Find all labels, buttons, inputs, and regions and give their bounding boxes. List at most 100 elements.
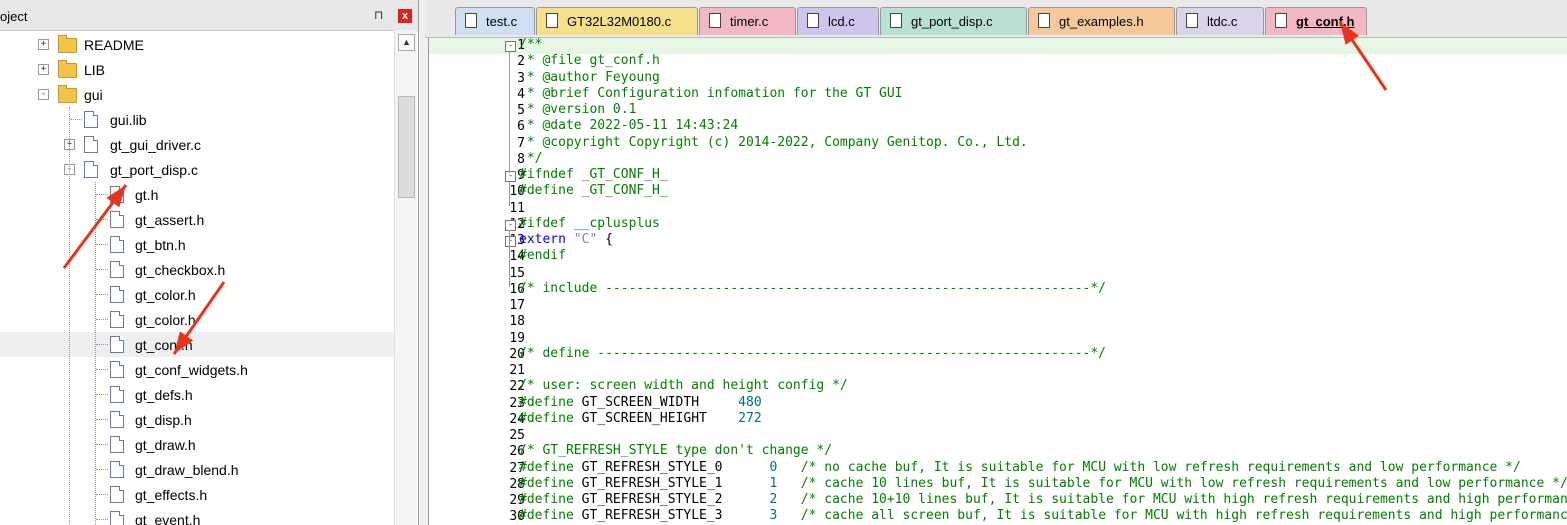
line-number: 20 — [509, 346, 525, 362]
code-line[interactable]: 21 — [429, 363, 1567, 379]
fold-icon[interactable]: - — [505, 171, 516, 182]
file-icon — [110, 236, 124, 253]
tree-item[interactable]: gt_btn.h — [0, 232, 394, 257]
file-icon — [110, 386, 124, 403]
code-text: extern "C" { — [519, 232, 613, 247]
fold-icon[interactable]: - — [505, 219, 516, 231]
code-token: "C" — [573, 232, 598, 247]
code-line[interactable]: 22/* user: screen width and height confi… — [429, 378, 1567, 395]
code-token: * @brief Configuration infomation for th… — [519, 85, 903, 101]
file-icon — [110, 336, 124, 353]
code-line[interactable]: 25 — [429, 428, 1567, 444]
line-number: 6 — [517, 119, 525, 135]
code-line[interactable]: 29 #define GT_REFRESH_STYLE_2 2 /* cache … — [429, 492, 1567, 509]
tab-label: GT32L32M0180.c — [567, 14, 672, 29]
tree-item[interactable]: - gt_port_disp.c — [0, 157, 394, 182]
code-line[interactable]: 12- #ifdef __cplusplus — [429, 216, 1567, 233]
code-line[interactable]: 6 * @date 2022-05-11 14:43:24 — [429, 118, 1567, 135]
code-line[interactable]: 30 #define GT_REFRESH_STYLE_3 3 /* cache … — [429, 508, 1567, 525]
expand-icon[interactable]: + — [38, 64, 49, 75]
code-line[interactable]: 7 * @copyright Copyright (c) 2014-2022, … — [429, 135, 1567, 152]
tree-item-label: README — [84, 37, 144, 53]
collapse-icon[interactable]: - — [38, 89, 49, 100]
code-line[interactable]: 1-/** — [429, 38, 1567, 55]
code-line[interactable]: 5 * @version 0.1 — [429, 102, 1567, 119]
tree-item[interactable]: gt_event.h — [0, 507, 394, 525]
code-text: #define GT_SCREEN_HEIGHT 272 — [519, 411, 762, 426]
tree-item[interactable]: gt_draw.h — [0, 432, 394, 457]
tab-timer-c[interactable]: timer.c — [699, 7, 796, 35]
code-token: 480 — [738, 394, 762, 410]
file-icon — [110, 486, 124, 503]
code-line[interactable]: 14 #endif — [429, 248, 1567, 265]
line-number: 10 — [509, 184, 525, 200]
tree-item[interactable]: + LIB — [0, 57, 394, 82]
tree-item[interactable]: gt_defs.h — [0, 382, 394, 407]
code-text: #define GT_SCREEN_WIDTH 480 — [519, 395, 762, 410]
tree-item-label: LIB — [84, 62, 106, 78]
scroll-thumb[interactable] — [398, 96, 415, 198]
tab-gt32l32m0180-c[interactable]: GT32L32M0180.c — [536, 7, 698, 35]
tab-gt-port-disp-c[interactable]: gt_port_disp.c — [880, 7, 1027, 35]
code-editor[interactable]: 1-/** 2 * @file gt_conf.h 3 * @author Feyo… — [428, 38, 1567, 525]
close-icon[interactable]: x — [398, 9, 412, 23]
tree-item[interactable]: - gui — [0, 82, 394, 107]
code-token: /* no cache buf, It is suitable for MCU … — [777, 459, 1521, 475]
code-line[interactable]: 19 — [429, 331, 1567, 347]
code-line[interactable]: 9- #ifndef _GT_CONF_H_ — [429, 167, 1567, 184]
pin-icon[interactable]: ⊓ — [374, 8, 383, 22]
code-line[interactable]: 24 #define GT_SCREEN_HEIGHT 272 — [429, 411, 1567, 428]
tab-lcd-c[interactable]: lcd.c — [797, 7, 879, 35]
file-icon — [1186, 13, 1198, 28]
tree-item[interactable]: gt_effects.h — [0, 482, 394, 507]
code-line[interactable]: 3 * @author Feyoung — [429, 70, 1567, 87]
code-line[interactable]: 28 #define GT_REFRESH_STYLE_1 1 /* cache … — [429, 476, 1567, 493]
line-number: 11 — [509, 200, 525, 216]
tree-item[interactable]: gt_color.h — [0, 307, 394, 332]
fold-icon[interactable]: - — [505, 236, 516, 247]
tree-item[interactable]: gt_conf.h — [0, 332, 394, 357]
tree-item[interactable]: gt_color.h — [0, 282, 394, 307]
code-line[interactable]: 10 #define _GT_CONF_H_ — [429, 183, 1567, 200]
code-token: #define — [519, 459, 582, 475]
project-scrollbar[interactable]: ▲ — [394, 30, 417, 525]
code-line[interactable]: 17 — [429, 298, 1567, 314]
file-icon — [110, 361, 124, 378]
code-line[interactable]: 26/* GT_REFRESH_STYLE type don't change … — [429, 443, 1567, 460]
tab-gt-examples-h[interactable]: gt_examples.h — [1028, 7, 1175, 35]
tree-item[interactable]: gui.lib — [0, 107, 394, 132]
code-line[interactable]: 20/* define ----------------------------… — [429, 346, 1567, 363]
code-line[interactable]: 15 — [429, 266, 1567, 282]
line-number: 24 — [509, 411, 525, 427]
code-line[interactable]: 2 * @file gt_conf.h — [429, 53, 1567, 70]
code-line[interactable]: 13- extern "C" { — [429, 232, 1567, 249]
code-line[interactable]: 4 * @brief Configuration infomation for … — [429, 85, 1567, 103]
file-icon — [110, 461, 124, 478]
file-icon — [546, 13, 558, 28]
tree-item-label: gt_gui_driver.c — [110, 137, 202, 153]
tab-gt-conf-h[interactable]: gt_conf.h — [1265, 7, 1367, 35]
tree-connector — [96, 194, 108, 195]
tree-item[interactable]: gt_assert.h — [0, 207, 394, 232]
code-line[interactable]: 23 #define GT_SCREEN_WIDTH 480 — [429, 395, 1567, 412]
tree-item[interactable]: gt_checkbox.h — [0, 257, 394, 282]
fold-icon[interactable]: - — [505, 41, 516, 52]
tree-item[interactable]: gt_draw_blend.h — [0, 457, 394, 482]
code-line[interactable]: 11 — [429, 201, 1567, 217]
tree-item[interactable]: + gt_gui_driver.c — [0, 132, 394, 157]
tab-test-c[interactable]: test.c — [455, 7, 535, 35]
code-line[interactable]: 18 — [429, 314, 1567, 330]
tree-item[interactable]: + README — [0, 32, 394, 57]
file-icon — [110, 211, 124, 228]
tab-ltdc-c[interactable]: ltdc.c — [1176, 7, 1264, 35]
tree-item[interactable]: gt.h — [0, 182, 394, 207]
code-line[interactable]: 16/* include ---------------------------… — [429, 281, 1567, 298]
code-line[interactable]: 8 */ — [429, 151, 1567, 168]
code-line[interactable]: 27 #define GT_REFRESH_STYLE_0 0 /* no cac… — [429, 459, 1567, 477]
tree-item[interactable]: gt_disp.h — [0, 407, 394, 432]
tree-item[interactable]: gt_conf_widgets.h — [0, 357, 394, 382]
tree-item-label: gt_defs.h — [135, 387, 193, 403]
file-icon — [110, 411, 124, 428]
expand-icon[interactable]: + — [38, 39, 49, 50]
scroll-up-icon[interactable]: ▲ — [398, 34, 415, 51]
